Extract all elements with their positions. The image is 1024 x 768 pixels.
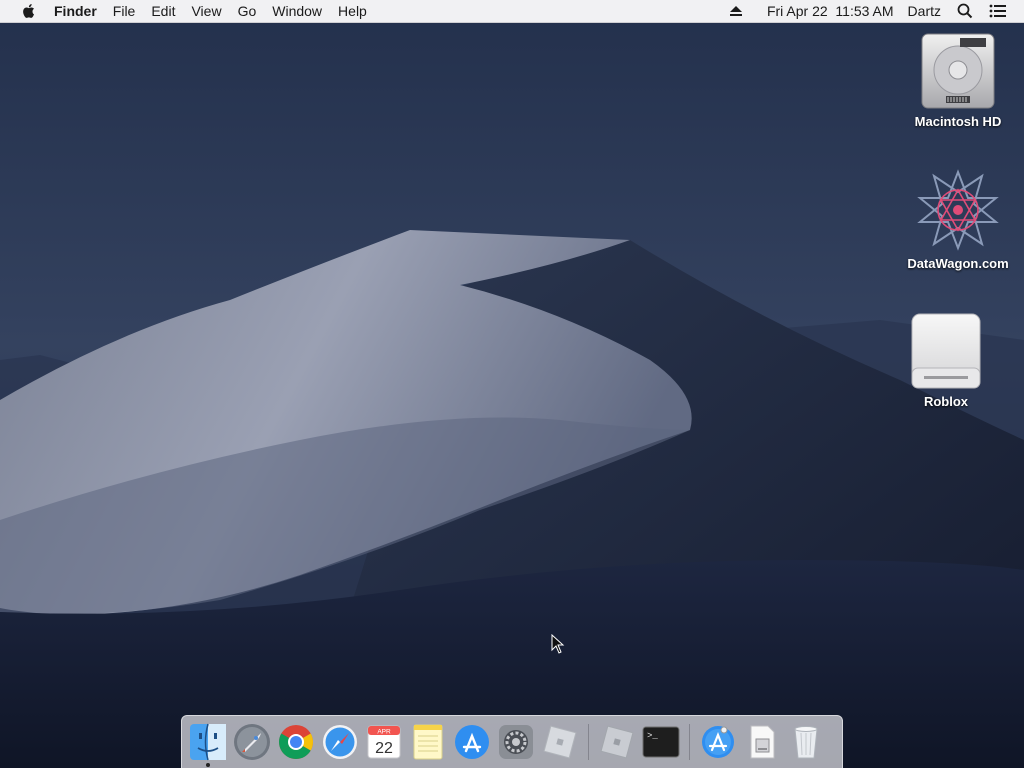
menu-window[interactable]: Window bbox=[264, 0, 330, 22]
app-store-icon bbox=[455, 725, 489, 759]
terminal-prompt: >_ bbox=[647, 731, 658, 741]
running-indicator bbox=[206, 763, 210, 767]
menu-file[interactable]: File bbox=[105, 0, 144, 22]
dock-app-store[interactable] bbox=[452, 722, 492, 762]
desktop-icon-label: Roblox bbox=[923, 394, 969, 409]
dock-documents-stack[interactable] bbox=[742, 722, 782, 762]
notes-icon bbox=[413, 724, 443, 760]
safari-compass-icon bbox=[323, 725, 357, 759]
desktop-icon-macintosh-hd[interactable]: Macintosh HD bbox=[898, 32, 1018, 129]
desktop-wallpaper bbox=[0, 0, 1024, 768]
desktop-icon-datawagon[interactable]: DataWagon.com bbox=[898, 168, 1018, 271]
menu-go[interactable]: Go bbox=[230, 0, 265, 22]
documents-stack-icon bbox=[750, 725, 775, 759]
eject-icon[interactable] bbox=[724, 5, 748, 17]
spotlight-search-icon[interactable] bbox=[952, 3, 978, 19]
menu-help[interactable]: Help bbox=[330, 0, 375, 22]
dock-terminal[interactable]: >_ bbox=[641, 722, 681, 762]
desktop-icon-roblox[interactable]: Roblox bbox=[886, 312, 1006, 409]
calendar-day: 22 bbox=[375, 740, 393, 757]
dock: APR 22 >_ bbox=[181, 715, 843, 768]
datawagon-star-icon bbox=[898, 168, 1018, 252]
apple-logo-icon[interactable] bbox=[18, 0, 38, 22]
calendar-icon: APR 22 bbox=[367, 725, 401, 759]
desktop-icon-label: DataWagon.com bbox=[907, 256, 1009, 271]
system-preferences-gear-icon bbox=[499, 725, 533, 759]
roblox-studio-icon bbox=[600, 725, 634, 759]
dock-launchpad[interactable] bbox=[232, 722, 272, 762]
downloads-stack-icon bbox=[702, 726, 734, 758]
mouse-pointer-icon bbox=[551, 633, 565, 659]
dock-separator bbox=[588, 724, 589, 760]
chrome-icon bbox=[279, 725, 313, 759]
dock-downloads-stack[interactable] bbox=[698, 722, 738, 762]
dock-chrome[interactable] bbox=[276, 722, 316, 762]
menu-app-finder[interactable]: Finder bbox=[46, 0, 105, 22]
clock-datetime[interactable]: Fri Apr 22 11:53 AM bbox=[762, 0, 899, 22]
hard-drive-icon bbox=[898, 32, 1018, 110]
trash-icon bbox=[794, 726, 818, 759]
dock-separator bbox=[689, 724, 690, 760]
menu-edit[interactable]: Edit bbox=[143, 0, 183, 22]
user-account-menu[interactable]: Dartz bbox=[903, 0, 946, 22]
dock-calendar[interactable]: APR 22 bbox=[364, 722, 404, 762]
roblox-icon bbox=[543, 725, 577, 759]
dock-roblox[interactable] bbox=[540, 722, 580, 762]
dock-roblox-studio[interactable] bbox=[597, 722, 637, 762]
launchpad-rocket-icon bbox=[234, 724, 270, 760]
calendar-month: APR bbox=[377, 729, 391, 736]
notification-center-icon[interactable] bbox=[984, 4, 1012, 18]
terminal-icon: >_ bbox=[642, 726, 680, 758]
dock-system-preferences[interactable] bbox=[496, 722, 536, 762]
external-disk-icon bbox=[886, 312, 1006, 390]
dock-safari[interactable] bbox=[320, 722, 360, 762]
menu-view[interactable]: View bbox=[183, 0, 229, 22]
dock-trash[interactable] bbox=[786, 722, 826, 762]
dock-finder[interactable] bbox=[188, 722, 228, 767]
dock-notes[interactable] bbox=[408, 722, 448, 762]
finder-icon bbox=[190, 723, 226, 761]
desktop-icon-label: Macintosh HD bbox=[914, 114, 1002, 129]
menu-bar: Finder File Edit View Go Window Help Fri… bbox=[0, 0, 1024, 23]
